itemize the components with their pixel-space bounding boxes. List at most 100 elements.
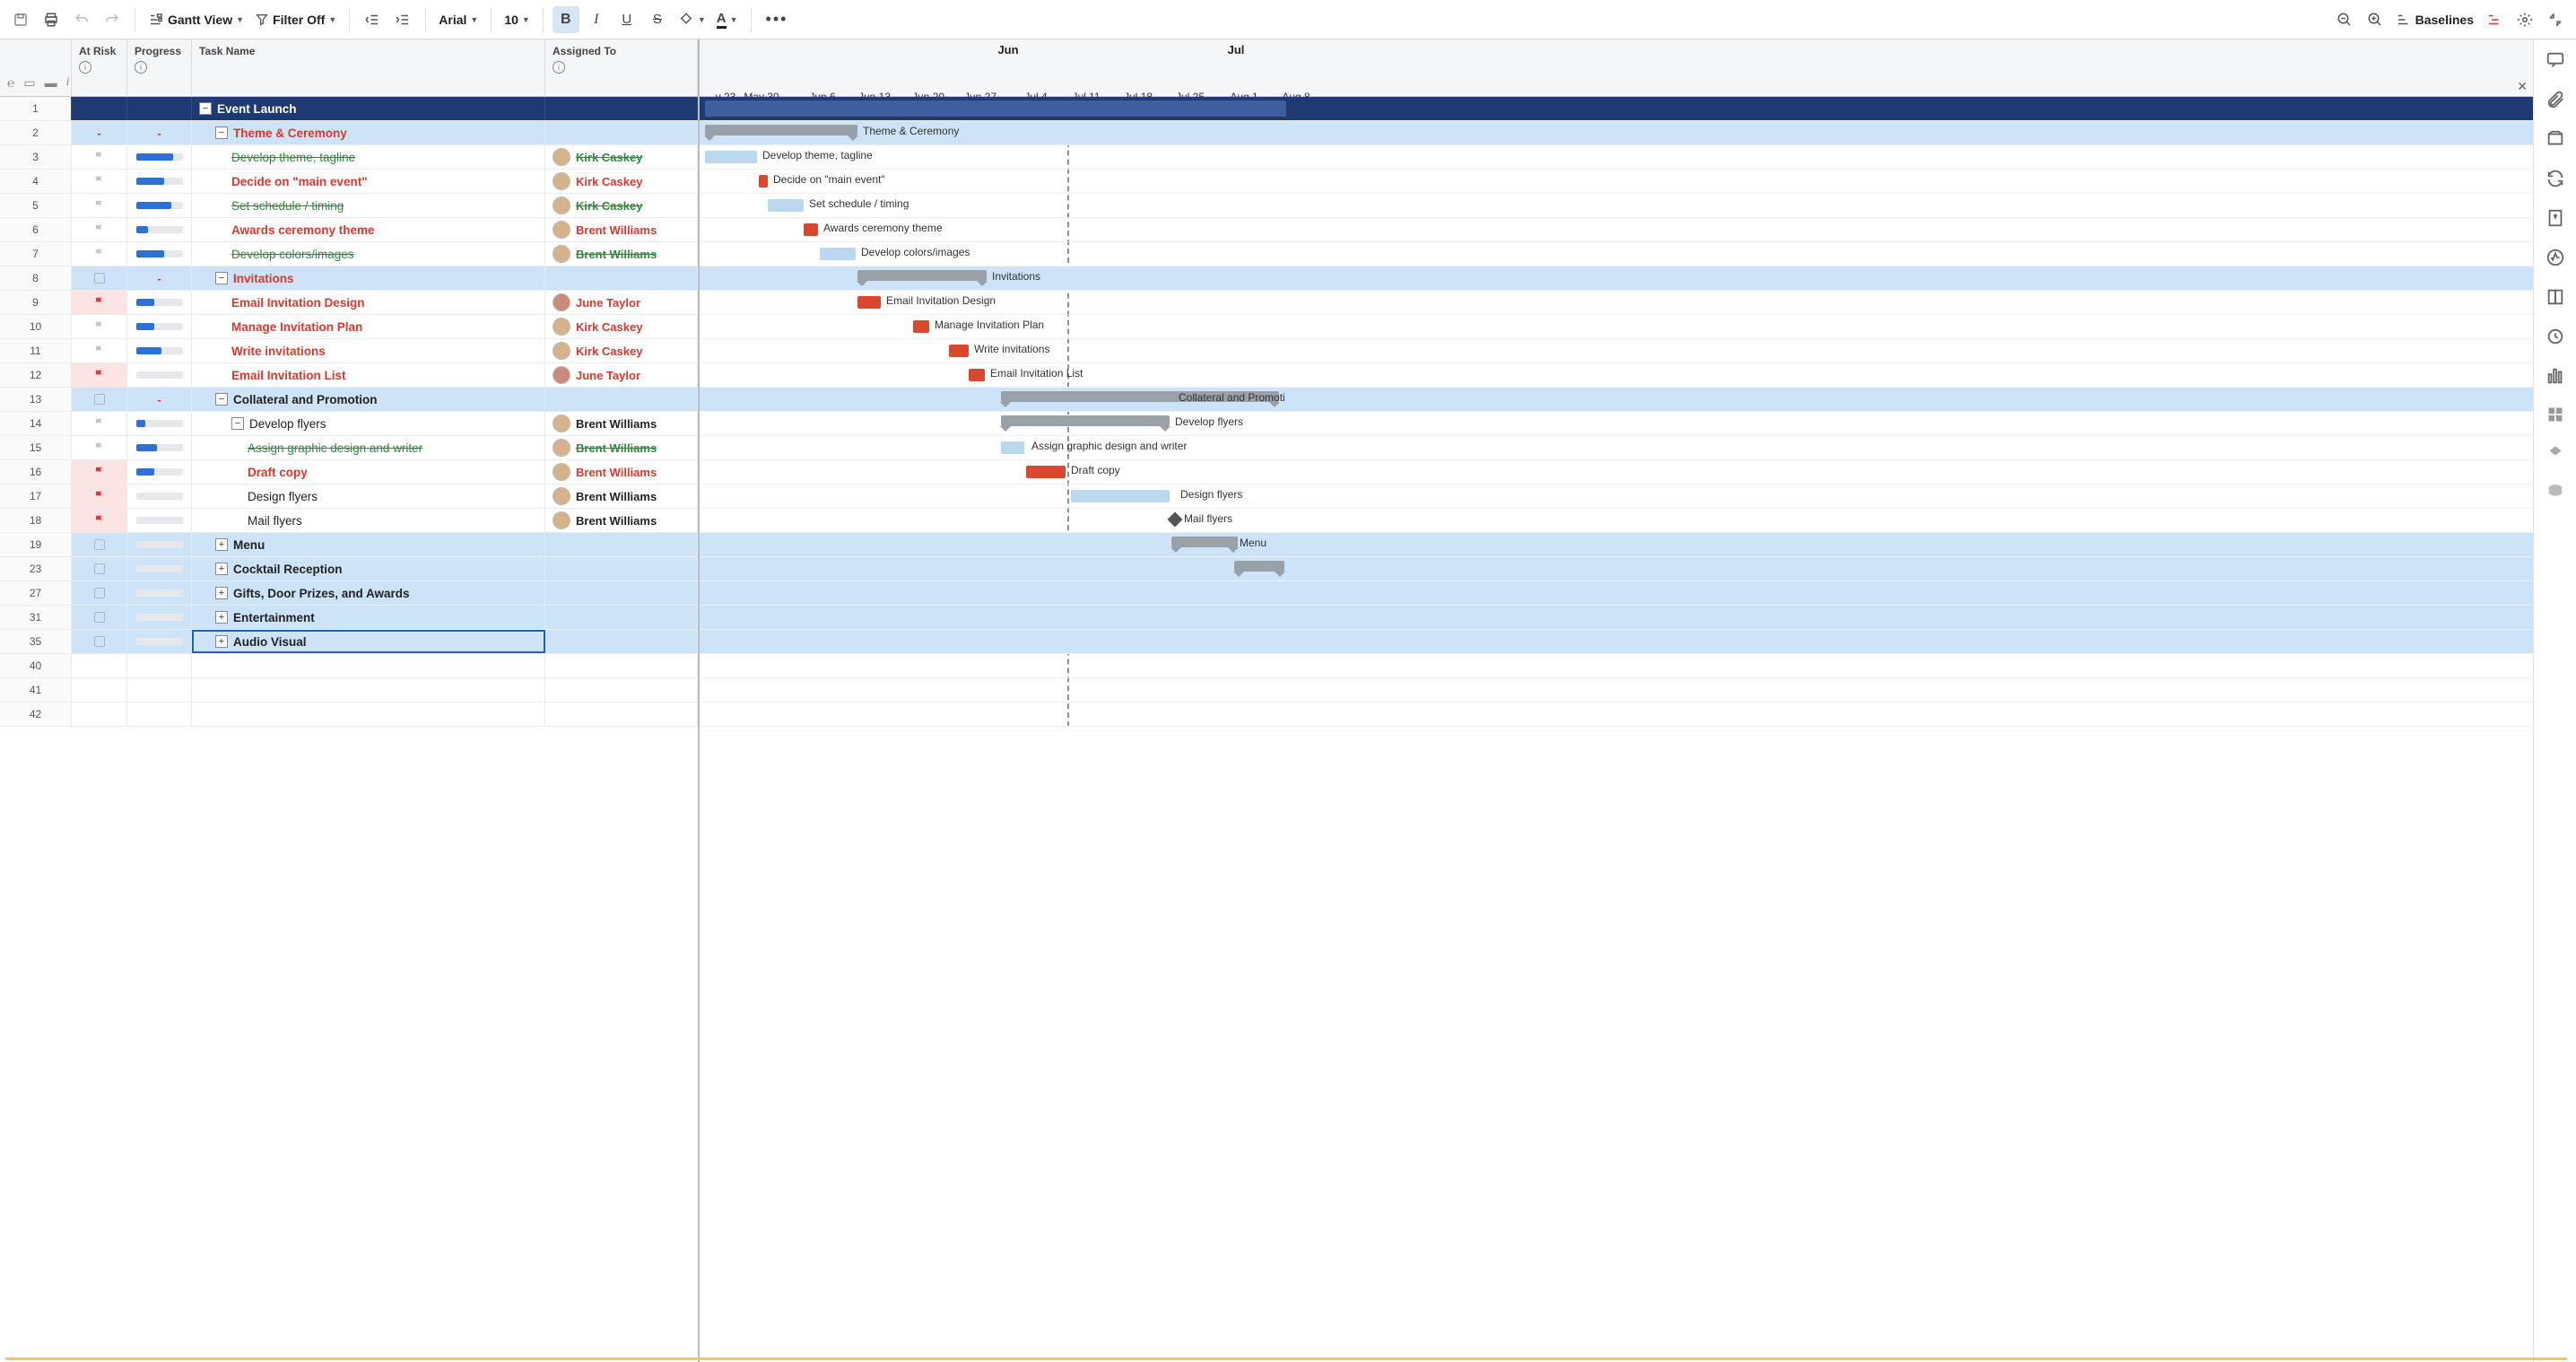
taskname-cell[interactable] [192, 678, 545, 702]
taskname-cell[interactable]: +Menu [192, 533, 545, 556]
assigned-cell[interactable]: Brent Williams [545, 485, 698, 508]
widgets-icon[interactable] [2546, 366, 2565, 386]
collapse-pane-button[interactable] [2542, 6, 2569, 33]
attachments-icon[interactable] [2546, 90, 2565, 109]
assigned-cell[interactable]: Brent Williams [545, 436, 698, 459]
progress-cell[interactable]: - [127, 388, 192, 411]
collapse-toggle[interactable]: − [215, 272, 228, 284]
gantt-row[interactable]: Manage Invitation Plan [700, 315, 2533, 339]
gantt-row[interactable]: Draft copy [700, 460, 2533, 485]
gantt-bar[interactable] [1001, 415, 1170, 426]
bold-button[interactable]: B [553, 6, 579, 33]
progress-cell[interactable] [127, 363, 192, 387]
assigned-cell[interactable]: Brent Williams [545, 218, 698, 241]
gantt-row[interactable]: Decide on "main event" [700, 170, 2533, 194]
taskname-cell[interactable] [192, 654, 545, 677]
atrisk-cell[interactable] [72, 606, 127, 629]
progress-cell[interactable]: - [127, 121, 192, 144]
progress-cell[interactable] [127, 170, 192, 193]
atrisk-cell[interactable] [72, 218, 127, 241]
collapse-toggle[interactable]: − [215, 393, 228, 406]
assigned-cell[interactable]: Brent Williams [545, 242, 698, 266]
taskname-cell[interactable]: Draft copy [192, 460, 545, 484]
settings-button[interactable] [2511, 6, 2538, 33]
taskname-cell[interactable]: Mail flyers [192, 509, 545, 532]
gantt-row[interactable] [700, 703, 2533, 727]
progress-cell[interactable] [127, 242, 192, 266]
gantt-row[interactable] [700, 557, 2533, 581]
taskname-cell[interactable]: Awards ceremony theme [192, 218, 545, 241]
atrisk-cell[interactable] [72, 266, 127, 290]
gantt-bar[interactable] [705, 151, 757, 163]
font-family-dropdown[interactable]: Arial ▼ [435, 6, 482, 33]
grid-row[interactable]: 27+Gifts, Door Prizes, and Awards [0, 581, 698, 606]
gantt-body[interactable]: Theme & CeremonyDevelop theme, taglineDe… [700, 97, 2533, 727]
gantt-bar[interactable] [1071, 490, 1170, 502]
strikethrough-button[interactable]: S [644, 6, 671, 33]
atrisk-cell[interactable] [72, 363, 127, 387]
assigned-cell[interactable] [545, 121, 698, 144]
atrisk-cell[interactable] [72, 557, 127, 581]
assigned-cell[interactable]: Kirk Caskey [545, 170, 698, 193]
grid-row[interactable]: 40 [0, 654, 698, 678]
progress-cell[interactable] [127, 678, 192, 702]
assigned-cell[interactable] [545, 388, 698, 411]
taskname-cell[interactable]: −Theme & Ceremony [192, 121, 545, 144]
atrisk-cell[interactable] [72, 170, 127, 193]
grid-row[interactable]: 14−Develop flyersBrent Williams [0, 412, 698, 436]
gantt-row[interactable]: Collateral and Promoti [700, 388, 2533, 412]
progress-cell[interactable] [127, 460, 192, 484]
gantt-bar[interactable] [768, 199, 804, 212]
taskname-cell[interactable]: Set schedule / timing [192, 194, 545, 217]
collapse-toggle[interactable]: + [215, 587, 228, 599]
grid-row[interactable]: 4Decide on "main event"Kirk Caskey [0, 170, 698, 194]
grid-row[interactable]: 41 [0, 678, 698, 703]
progress-cell[interactable] [127, 606, 192, 629]
print-button[interactable] [38, 6, 65, 33]
gantt-bar[interactable] [949, 345, 969, 357]
assigned-cell[interactable] [545, 533, 698, 556]
gantt-bar[interactable] [1234, 561, 1284, 572]
grid-row[interactable]: 11Write invitationsKirk Caskey [0, 339, 698, 363]
taskname-cell[interactable]: +Gifts, Door Prizes, and Awards [192, 581, 545, 605]
progress-cell[interactable] [127, 509, 192, 532]
assigned-cell[interactable]: June Taylor [545, 363, 698, 387]
assigned-cell[interactable] [545, 678, 698, 702]
gantt-row[interactable] [700, 630, 2533, 654]
undo-button[interactable] [68, 6, 95, 33]
progress-cell[interactable] [127, 145, 192, 169]
col-taskname[interactable]: Task Name [192, 39, 545, 96]
summary-icon[interactable] [2546, 327, 2565, 346]
activity-icon[interactable] [2546, 248, 2565, 267]
gantt-bar[interactable] [1001, 441, 1024, 454]
gantt-bar[interactable] [857, 296, 881, 309]
assigned-cell[interactable]: Kirk Caskey [545, 145, 698, 169]
gantt-row[interactable] [700, 654, 2533, 678]
atrisk-cell[interactable] [72, 412, 127, 435]
assigned-cell[interactable]: June Taylor [545, 291, 698, 314]
grid-row[interactable]: 19+Menu [0, 533, 698, 557]
gantt-row[interactable]: Develop colors/images [700, 242, 2533, 266]
atrisk-cell[interactable] [72, 315, 127, 338]
assigned-cell[interactable] [545, 654, 698, 677]
grid-row[interactable]: 35+Audio Visual [0, 630, 698, 654]
grid-row[interactable]: 13-−Collateral and Promotion [0, 388, 698, 412]
grid-row[interactable]: 23+Cocktail Reception [0, 557, 698, 581]
progress-cell[interactable] [127, 533, 192, 556]
taskname-cell[interactable]: Assign graphic design and writer [192, 436, 545, 459]
grid-row[interactable]: 9Email Invitation DesignJune Taylor [0, 291, 698, 315]
grid-row[interactable]: 12Email Invitation ListJune Taylor [0, 363, 698, 388]
taskname-cell[interactable]: Design flyers [192, 485, 545, 508]
assigned-cell[interactable] [545, 703, 698, 726]
progress-cell[interactable] [127, 436, 192, 459]
gantt-row[interactable] [700, 606, 2533, 630]
progress-cell[interactable] [127, 315, 192, 338]
assigned-cell[interactable] [545, 97, 698, 120]
taskname-cell[interactable]: Develop colors/images [192, 242, 545, 266]
gantt-bar[interactable] [759, 175, 768, 188]
taskname-cell[interactable] [192, 703, 545, 726]
taskname-cell[interactable]: +Entertainment [192, 606, 545, 629]
atrisk-cell[interactable] [72, 581, 127, 605]
progress-cell[interactable] [127, 581, 192, 605]
gantt-row[interactable]: Awards ceremony theme [700, 218, 2533, 242]
